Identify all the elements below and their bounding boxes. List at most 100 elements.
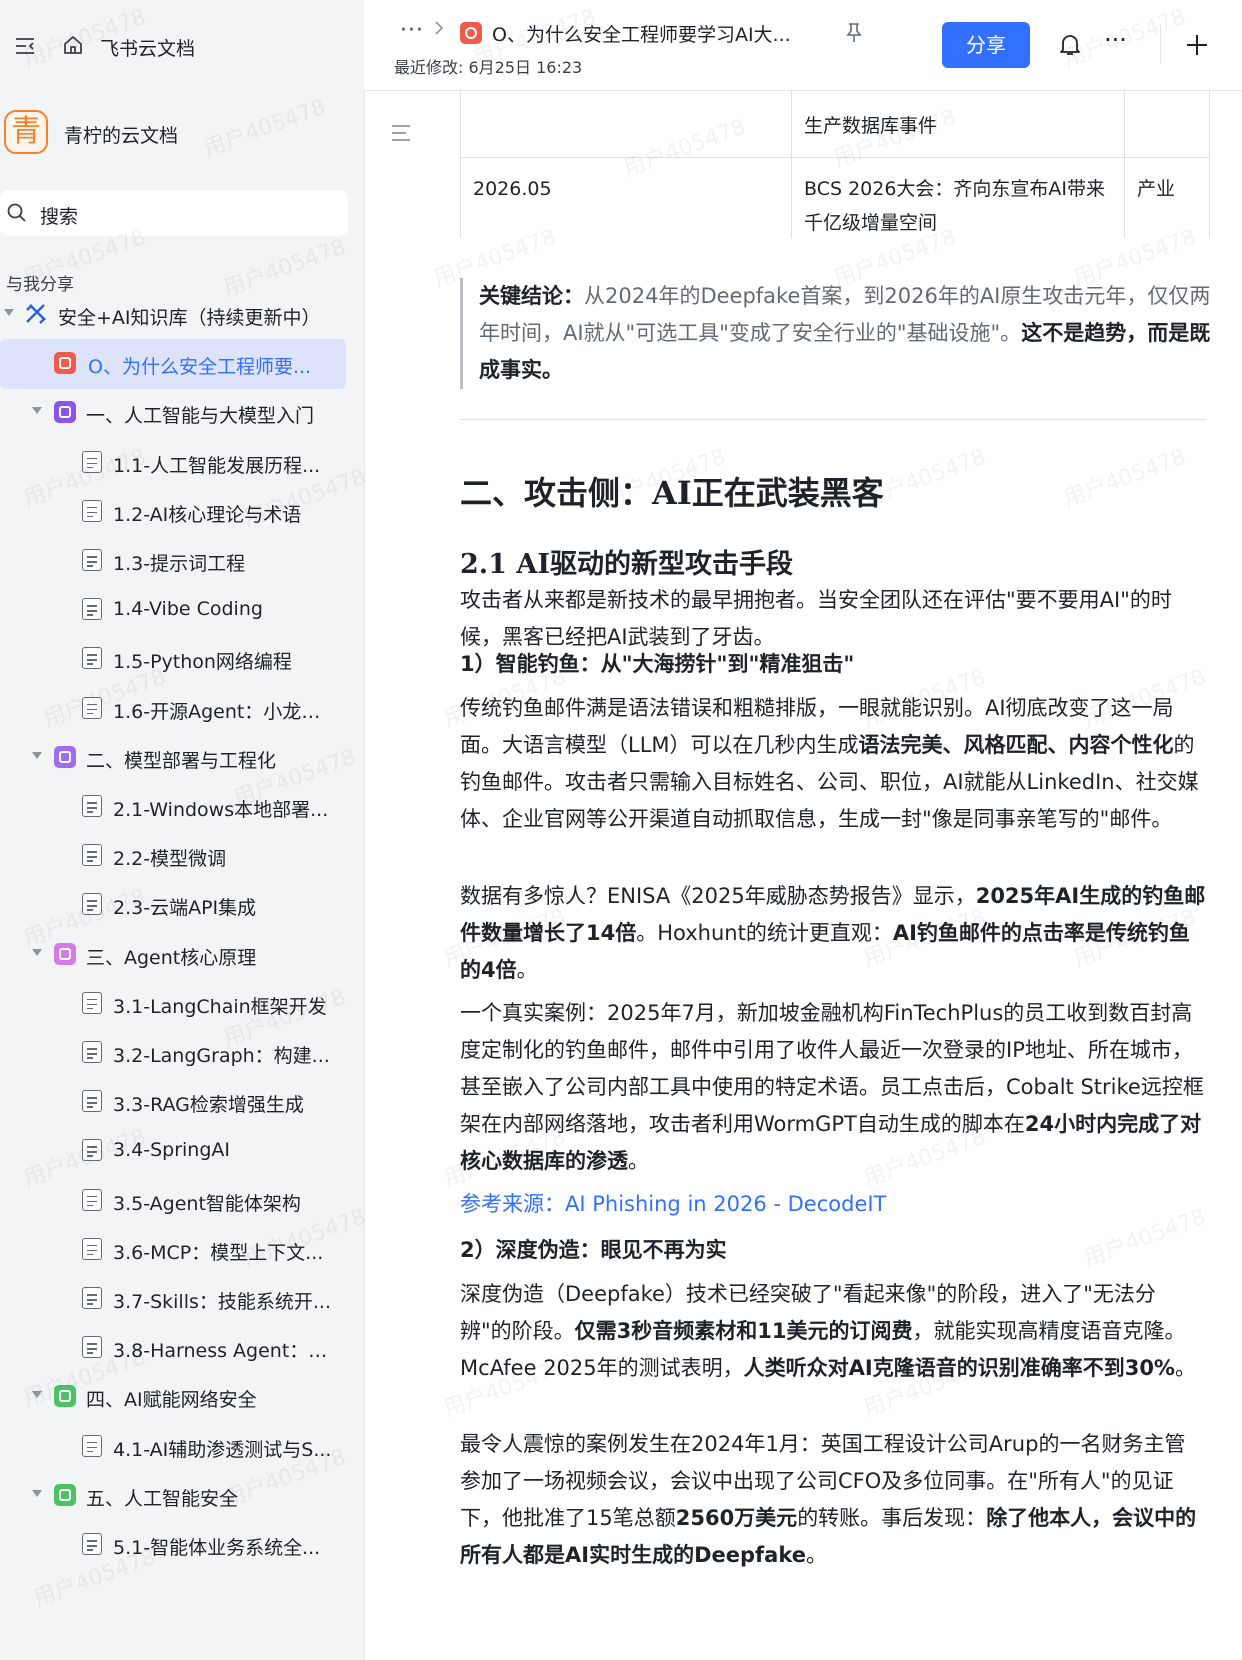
table-row: 生产数据库事件: [460, 90, 1210, 158]
bell-icon[interactable]: [1058, 32, 1082, 58]
tree-item[interactable]: 3.6-MCP：模型上下文...: [0, 1225, 364, 1275]
chevron-down-icon[interactable]: [32, 751, 42, 759]
tree-item-label: 1.2-AI核心理论与术语: [113, 503, 302, 526]
app-name[interactable]: 飞书云文档: [100, 34, 195, 61]
divider: [460, 419, 1206, 420]
share-button[interactable]: 分享: [942, 22, 1030, 68]
home-icon[interactable]: [62, 34, 84, 56]
tree-item[interactable]: 五、人工智能安全: [0, 1471, 364, 1521]
document-icon: [82, 1237, 102, 1260]
document-icon: [82, 647, 102, 670]
more-options-button[interactable]: ···: [1104, 26, 1127, 54]
tree-item[interactable]: 一、人工智能与大模型入门: [0, 388, 364, 438]
document-icon: [82, 1090, 102, 1113]
tree-item[interactable]: 1.2-AI核心理论与术语: [0, 487, 364, 537]
tree-item[interactable]: 2.1-Windows本地部署...: [0, 782, 364, 832]
tree-item[interactable]: O、为什么安全工程师要...: [0, 339, 346, 390]
document-icon: [82, 1336, 102, 1359]
tree-item[interactable]: 1.5-Python网络编程: [0, 634, 364, 684]
text-run: 数据有多惊人？ENISA《2025年威胁态势报告》显示，: [460, 884, 976, 908]
tree-item-label: 3.5-Agent智能体架构: [113, 1192, 301, 1215]
tree-item[interactable]: 4.1-AI辅助渗透测试与S...: [0, 1422, 364, 1472]
tree-item[interactable]: 1.6-开源Agent：小龙虾...: [0, 684, 364, 734]
text-run: 的转账。事后发现：: [797, 1506, 987, 1530]
subsection-heading: 2.1 AI驱动的新型攻击手段: [460, 549, 793, 580]
tree-item[interactable]: 3.8-Harness Agent：驾...: [0, 1323, 364, 1373]
tree-item[interactable]: 1.3-提示词工程: [0, 536, 364, 586]
tree-item[interactable]: 3.1-LangChain框架开发: [0, 979, 364, 1029]
tree-item-label: 3.8-Harness Agent：驾...: [113, 1340, 338, 1363]
tree-item-label: 一、人工智能与大模型入门: [86, 405, 315, 428]
document-icon: [82, 696, 102, 719]
doc-title[interactable]: O、为什么安全工程师要学习AI大...: [492, 20, 791, 47]
folder-icon: [54, 1385, 76, 1408]
subheading-deepfake: 2）深度伪造：眼见不再为实: [460, 1238, 727, 1262]
document-icon: [82, 795, 102, 817]
tree-item[interactable]: 3.3-RAG检索增强生成: [0, 1077, 364, 1127]
document-icon: [82, 1188, 102, 1211]
tree-item[interactable]: 2.2-模型微调: [0, 831, 364, 881]
subheading-phishing: 1）智能钓鱼：从"大海捞针"到"精准狙击": [460, 652, 855, 676]
chevron-down-icon[interactable]: [32, 1489, 42, 1497]
tree-item[interactable]: 5.1-智能体业务系统全...: [0, 1520, 364, 1570]
tree-item-label: 3.2-LangGraph：构建...: [113, 1045, 330, 1067]
section-heading: 二、攻击侧：AI正在武装黑客: [460, 474, 884, 512]
tree-item[interactable]: 1.4-Vibe Coding: [0, 585, 364, 635]
sidebar-search[interactable]: 搜索: [0, 190, 348, 236]
chevron-down-icon[interactable]: [32, 407, 42, 415]
chevron-down-icon[interactable]: [32, 948, 42, 956]
breadcrumb-more-button[interactable]: ···: [400, 18, 424, 43]
pin-icon[interactable]: [844, 22, 864, 44]
tree-item[interactable]: 2.3-云端API集成: [0, 880, 364, 930]
table-row: 2026.05 BCS 2026大会：齐向东宣布AI带来 千亿级增量空间 产业: [460, 157, 1210, 238]
tree-item-label: 1.1-人工智能发展历程...: [113, 454, 321, 477]
text-run: 。: [516, 958, 538, 982]
tree-item[interactable]: 3.2-LangGraph：构建...: [0, 1028, 364, 1078]
tree-item[interactable]: 安全+AI知识库（持续更新中）: [0, 290, 364, 340]
folder-icon: [54, 745, 76, 768]
tree-item[interactable]: 3.4-SpringAI: [0, 1126, 364, 1176]
document-icon: [82, 1041, 102, 1063]
tree-item-label: 二、模型部署与工程化: [86, 749, 277, 772]
tree-item-label: 4.1-AI辅助渗透测试与S...: [113, 1438, 332, 1461]
chevron-down-icon[interactable]: [32, 1391, 42, 1399]
document-icon: [82, 991, 102, 1014]
tree-item[interactable]: 三、Agent核心原理: [0, 930, 364, 980]
space-switcher[interactable]: 青 青柠的云文档: [0, 108, 364, 158]
sidebar: 飞书云文档 青 青柠的云文档 搜索 与我分享 安全+AI知识库（持续更新中） O、…: [0, 0, 365, 1660]
space-avatar: 青: [4, 110, 48, 154]
tree-item-label: 2.3-云端API集成: [113, 897, 257, 920]
paragraph-intro: 攻击者从来都是新技术的最早拥抱者。当安全团队还在评估"要不要用AI"的时候，黑客…: [460, 588, 1172, 649]
tree-item[interactable]: 1.1-人工智能发展历程...: [0, 438, 364, 488]
table-cell: 生产数据库事件: [791, 90, 1125, 158]
tree-item[interactable]: 二、模型部署与工程化: [0, 733, 364, 783]
table-cell: [460, 90, 792, 158]
tree-item-label: 安全+AI知识库（持续更新中）: [58, 307, 321, 329]
paragraph-stats: 数据有多惊人？ENISA《2025年威胁态势报告》显示，2025年AI生成的钓鱼…: [460, 878, 1206, 989]
header-divider: [1160, 24, 1161, 64]
callout-label: 关键结论：: [479, 284, 584, 308]
tree-item-label: 1.5-Python网络编程: [113, 651, 292, 674]
tree-item-label: 2.1-Windows本地部署...: [113, 799, 329, 821]
reference-link[interactable]: 参考来源：AI Phishing in 2026 - DecodeIT: [460, 1188, 886, 1218]
plus-icon[interactable]: [1184, 32, 1210, 58]
chevron-right-icon: [435, 21, 444, 35]
outline-icon[interactable]: [390, 124, 412, 142]
tree-item-label: 3.6-MCP：模型上下文...: [113, 1241, 324, 1264]
text-emphasis: 仅需3秒音频素材和11美元的订阅费: [574, 1319, 913, 1343]
tree-item-label: 3.4-SpringAI: [113, 1139, 230, 1162]
document-icon: [82, 549, 102, 571]
key-conclusion-callout: 关键结论：从2024年的Deepfake首案，到2026年的AI原生攻击元年，仅…: [460, 278, 1219, 389]
collapse-sidebar-icon[interactable]: [14, 36, 36, 56]
tree-item[interactable]: 3.5-Agent智能体架构: [0, 1176, 364, 1226]
tree-item[interactable]: 3.7-Skills：技能系统开...: [0, 1274, 364, 1324]
document-icon: [82, 893, 102, 916]
tree-item-label: 3.1-LangChain框架开发: [113, 995, 327, 1018]
chevron-down-icon[interactable]: [4, 309, 14, 316]
text-emphasis: 2560万美元: [675, 1506, 798, 1530]
doc-type-icon: [460, 22, 482, 44]
sidebar-top-bar: 飞书云文档: [0, 24, 364, 68]
tree-item[interactable]: 四、AI赋能网络安全: [0, 1372, 364, 1422]
timeline-table: 生产数据库事件 2026.05 BCS 2026大会：齐向东宣布AI带来 千亿级…: [460, 90, 1242, 238]
text-run: 。: [628, 1149, 649, 1173]
